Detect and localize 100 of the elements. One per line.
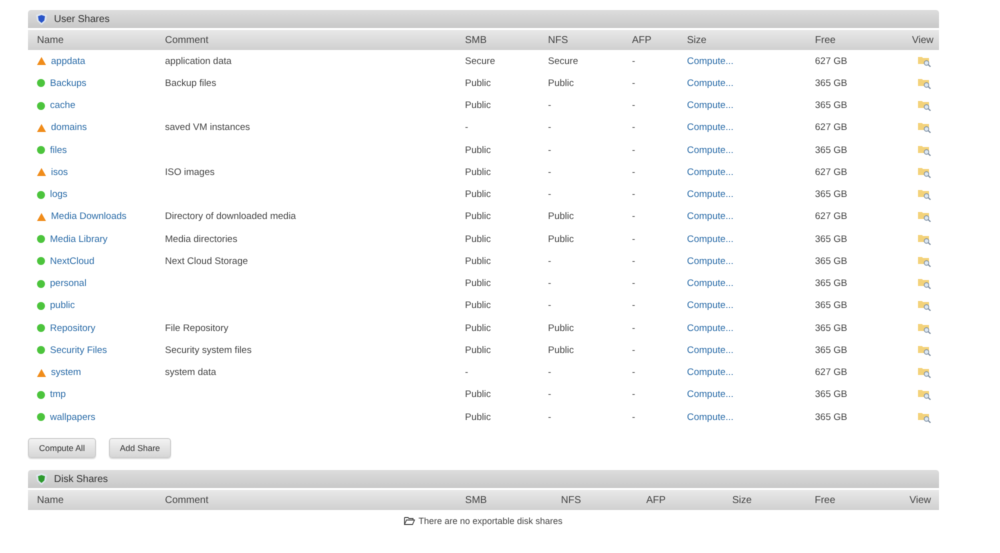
share-link[interactable]: wallpapers xyxy=(50,412,96,423)
section-title: Disk Shares xyxy=(54,474,108,485)
compute-link[interactable]: Compute... xyxy=(687,56,734,67)
share-link[interactable]: isos xyxy=(51,166,68,178)
folder-search-icon[interactable] xyxy=(918,144,931,156)
share-link[interactable]: tmp xyxy=(50,389,66,400)
table-cell: Public xyxy=(465,234,491,245)
share-link[interactable]: Backups xyxy=(50,78,86,89)
warning-triangle-icon xyxy=(37,57,46,66)
compute-link[interactable]: Compute... xyxy=(687,300,734,312)
status-dot-icon xyxy=(37,390,45,399)
table-cell: Media directories xyxy=(165,234,238,245)
table-cell: 365 GB xyxy=(815,78,848,89)
folder-icon xyxy=(404,517,416,526)
compute-link[interactable]: Compute... xyxy=(687,344,734,356)
share-link[interactable]: Repository xyxy=(50,322,96,334)
folder-search-icon[interactable] xyxy=(918,211,931,222)
folder-search-icon[interactable] xyxy=(918,389,931,400)
folder-search-icon[interactable] xyxy=(918,344,931,356)
column-header: Comment xyxy=(165,494,210,506)
share-link[interactable]: domains xyxy=(51,122,87,134)
table-cell: 627 GB xyxy=(815,166,848,178)
share-link[interactable]: appdata xyxy=(51,56,86,67)
compute-link[interactable]: Compute... xyxy=(687,256,734,267)
compute-link[interactable]: Compute... xyxy=(687,189,734,200)
share-link[interactable]: Security Files xyxy=(50,344,108,356)
compute-link[interactable]: Compute... xyxy=(687,278,734,290)
table-cell: 627 GB xyxy=(815,56,848,67)
action-button[interactable]: Compute All xyxy=(28,438,96,458)
compute-link[interactable]: Compute... xyxy=(687,78,734,89)
compute-link[interactable]: Compute... xyxy=(687,234,734,245)
folder-search-icon[interactable] xyxy=(918,278,931,290)
table-cell: Secure xyxy=(548,56,578,67)
compute-link[interactable]: Compute... xyxy=(687,144,734,156)
table-cell: Backup files xyxy=(165,78,216,89)
warning-triangle-icon xyxy=(37,212,46,221)
share-link[interactable]: public xyxy=(50,300,75,312)
table-cell: 627 GB xyxy=(815,211,848,222)
table-cell: Public xyxy=(465,344,491,356)
share-link[interactable]: personal xyxy=(50,278,86,290)
table-cell: Public xyxy=(548,234,574,245)
status-dot-icon xyxy=(37,257,45,266)
status-dot-icon xyxy=(37,302,45,310)
folder-search-icon[interactable] xyxy=(918,166,931,178)
table-cell: 365 GB xyxy=(815,389,848,400)
shield-icon xyxy=(36,473,47,486)
folder-search-icon[interactable] xyxy=(918,78,931,89)
share-link[interactable]: files xyxy=(50,144,67,156)
compute-link[interactable]: Compute... xyxy=(687,367,734,378)
folder-search-icon[interactable] xyxy=(918,322,931,334)
table-cell: Public xyxy=(465,144,491,156)
folder-search-icon[interactable] xyxy=(918,122,931,134)
folder-search-icon[interactable] xyxy=(918,300,931,312)
table-cell: - xyxy=(548,189,552,200)
folder-search-icon[interactable] xyxy=(918,234,931,245)
section-title: User Shares xyxy=(54,14,110,24)
table-cell: - xyxy=(548,144,552,156)
column-header: NFS xyxy=(548,34,569,46)
table-cell: - xyxy=(465,122,468,134)
column-header: Name xyxy=(37,34,65,46)
column-header: View xyxy=(912,34,934,46)
status-dot-icon xyxy=(37,79,45,88)
share-link[interactable]: NextCloud xyxy=(50,256,94,267)
share-link[interactable]: cache xyxy=(50,100,76,112)
compute-link[interactable]: Compute... xyxy=(687,100,734,112)
table-cell: 365 GB xyxy=(815,100,848,112)
table-cell: 365 GB xyxy=(815,189,848,200)
compute-link[interactable]: Compute... xyxy=(687,322,734,334)
status-dot-icon xyxy=(37,102,45,110)
folder-search-icon[interactable] xyxy=(918,189,931,200)
table-cell: - xyxy=(465,367,468,378)
share-link[interactable]: Media Downloads xyxy=(51,211,127,222)
table-cell: 365 GB xyxy=(815,256,848,267)
compute-link[interactable]: Compute... xyxy=(687,166,734,178)
column-header: SMB xyxy=(465,34,488,46)
table-cell: - xyxy=(632,189,636,200)
folder-search-icon[interactable] xyxy=(918,256,931,267)
folder-search-icon[interactable] xyxy=(918,412,931,423)
table-cell: 365 GB xyxy=(815,344,848,356)
share-link[interactable]: system xyxy=(51,367,82,378)
action-button[interactable]: Add Share xyxy=(108,438,172,458)
share-link[interactable]: Media Library xyxy=(50,234,108,245)
folder-search-icon[interactable] xyxy=(918,100,931,112)
table-cell: - xyxy=(632,211,636,222)
column-header: Size xyxy=(687,34,708,46)
compute-link[interactable]: Compute... xyxy=(687,389,734,400)
table-cell: Public xyxy=(465,389,491,400)
share-link[interactable]: logs xyxy=(50,189,68,200)
table-cell: saved VM instances xyxy=(165,122,250,134)
table-cell: - xyxy=(548,300,552,312)
compute-link[interactable]: Compute... xyxy=(687,412,734,423)
column-header: AFP xyxy=(632,34,652,46)
shield-icon xyxy=(36,13,47,25)
folder-search-icon[interactable] xyxy=(918,56,931,67)
folder-search-icon[interactable] xyxy=(918,367,931,378)
table-cell: - xyxy=(632,300,636,312)
table-cell: Public xyxy=(548,211,574,222)
compute-link[interactable]: Compute... xyxy=(687,211,734,222)
compute-link[interactable]: Compute... xyxy=(687,122,734,134)
table-cell: File Repository xyxy=(165,322,228,334)
